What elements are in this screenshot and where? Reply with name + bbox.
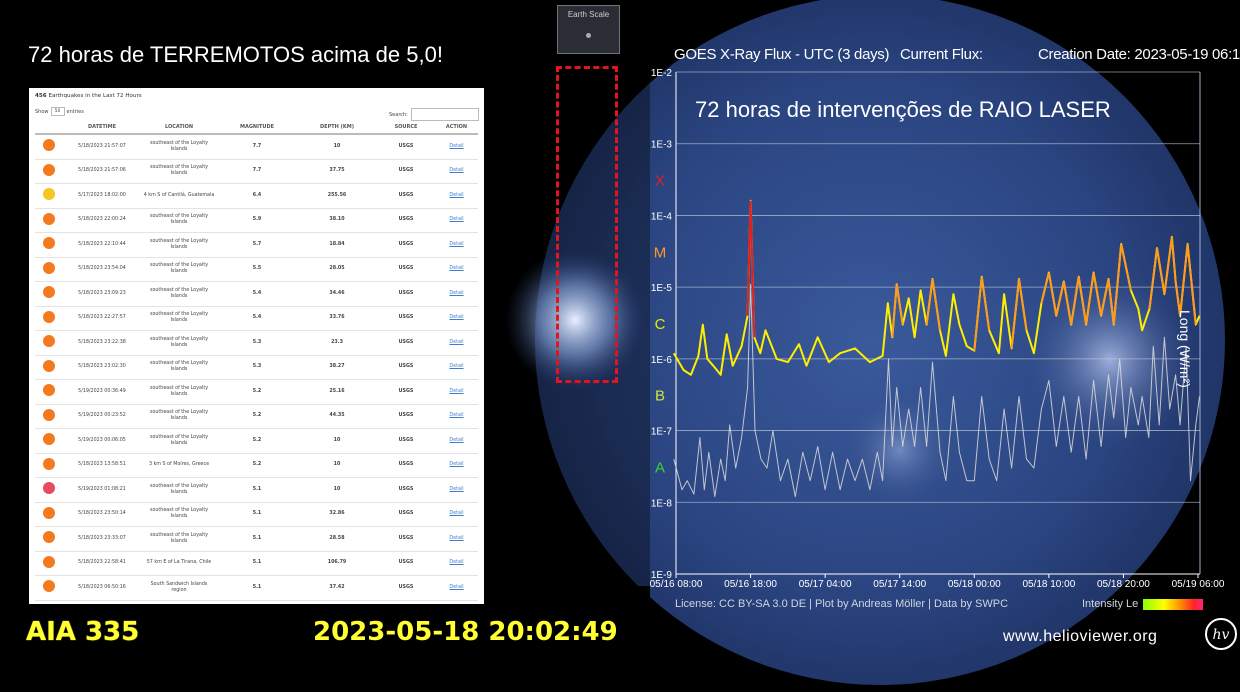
long-flux-high-segment — [973, 276, 983, 351]
long-flux-high-segment — [1055, 281, 1065, 316]
x-tick-label: 05/17 04:00 — [799, 579, 852, 590]
y-tick-label: 1E-5 — [651, 283, 673, 294]
y-axis-label: Long (W/m²) — [1177, 310, 1193, 388]
x-tick-label: 05/16 18:00 — [724, 579, 777, 590]
flare-class-label: A — [655, 459, 665, 476]
long-flux-high-segment — [1085, 272, 1095, 325]
long-flux-high-segment — [1179, 243, 1189, 316]
flare-class-label: C — [655, 316, 666, 333]
long-flux-high-segment — [1070, 276, 1080, 325]
x-tick-label: 05/18 20:00 — [1097, 579, 1150, 590]
y-tick-label: 1E-2 — [651, 68, 673, 79]
flare-class-label: X — [655, 173, 665, 190]
y-tick-label: 1E-3 — [651, 140, 673, 151]
flare-class-label: B — [655, 388, 665, 405]
long-flux-high-segment — [1120, 243, 1132, 291]
flare-class-label: M — [654, 244, 667, 261]
long-flux-high-segment — [1092, 272, 1103, 316]
long-flux-high-segment — [1100, 278, 1110, 316]
x-tick-label: 05/18 00:00 — [948, 579, 1001, 590]
short-flux-series-line — [673, 283, 1200, 498]
long-flux-high-segment — [1062, 281, 1073, 325]
long-flux-high-segment — [895, 284, 904, 325]
long-flux-high-segment — [1010, 278, 1021, 349]
long-flux-high-segment — [1047, 272, 1058, 316]
long-flux-high-segment — [1170, 236, 1177, 282]
y-tick-label: 1E-7 — [651, 427, 673, 438]
y-tick-label: 1E-8 — [651, 498, 673, 509]
y-tick-label: 1E-4 — [651, 211, 673, 222]
y-tick-label: 1E-6 — [651, 355, 673, 366]
x-tick-label: 05/17 14:00 — [873, 579, 926, 590]
x-tick-label: 05/19 06:00 — [1172, 579, 1225, 590]
long-flux-high-segment — [1077, 276, 1088, 325]
helioviewer-logo-icon: hv — [1205, 618, 1237, 650]
long-flux-high-segment — [1148, 248, 1158, 309]
long-flux-high-segment — [1018, 278, 1028, 331]
long-flux-high-segment — [1112, 243, 1123, 325]
long-flux-high-segment — [925, 278, 934, 325]
long-flux-high-segment — [931, 278, 941, 331]
laser-overlay-title: 72 horas de intervenções de RAIO LASER — [695, 97, 1111, 122]
license-footer: License: CC BY-SA 3.0 DE | Plot by Andre… — [675, 598, 1009, 610]
x-tick-label: 05/18 10:00 — [1022, 579, 1075, 590]
intensity-legend-label: Intensity Le — [1082, 598, 1139, 610]
long-flux-high-segment — [891, 284, 898, 338]
helioviewer-url[interactable]: www.helioviewer.org — [1003, 628, 1157, 646]
x-tick-label: 05/16 08:00 — [650, 579, 703, 590]
intensity-legend-bar — [1143, 599, 1203, 610]
long-flux-high-segment — [1107, 278, 1115, 325]
long-flux-high-segment — [1040, 272, 1050, 304]
long-flux-high-segment — [980, 276, 991, 331]
long-flux-high-segment — [1163, 236, 1173, 295]
